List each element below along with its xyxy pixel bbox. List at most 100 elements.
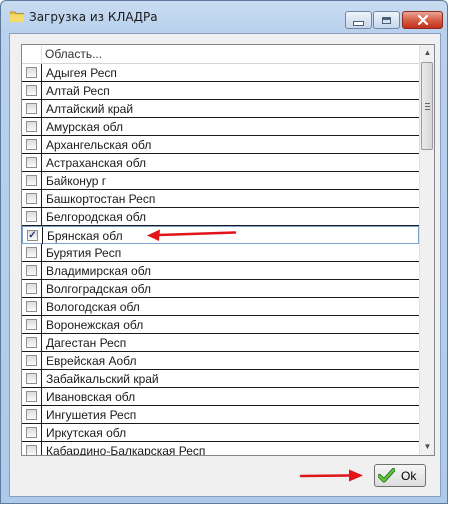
checkbox-cell	[22, 136, 42, 153]
row-label: Алтай Респ	[46, 84, 110, 98]
title-bar[interactable]: Загрузка из КЛАДРа	[1, 1, 447, 33]
row-checkbox[interactable]	[26, 283, 37, 294]
table-row[interactable]: Ингушетия Респ	[22, 406, 419, 424]
ok-button-label: Ok	[401, 468, 417, 483]
table-row[interactable]: Башкортостан Респ	[22, 190, 419, 208]
scroll-up-arrow-icon[interactable]: ▲	[420, 45, 434, 61]
table-row[interactable]: Иркутская обл	[22, 424, 419, 442]
row-label: Волгоградская обл	[46, 282, 151, 296]
row-label: Адыгея Респ	[46, 66, 117, 80]
table-row[interactable]: Волгоградская обл	[22, 280, 419, 298]
table-row[interactable]: Амурская обл	[22, 118, 419, 136]
column-header-region[interactable]: Область...	[45, 47, 102, 61]
folder-icon	[10, 11, 24, 22]
scroll-down-arrow-icon[interactable]: ▼	[420, 439, 434, 455]
table-row[interactable]: Воронежская обл	[22, 316, 419, 334]
row-checkbox[interactable]	[26, 85, 37, 96]
row-label: Воронежская обл	[46, 318, 144, 332]
row-label: Байконур г	[46, 174, 107, 188]
row-checkbox[interactable]	[26, 175, 37, 186]
dialog-client-area: Область... Адыгея Респ Алтай Респ Алтайски…	[9, 33, 441, 497]
row-checkbox[interactable]: ✓	[27, 230, 38, 241]
table-row[interactable]: Владимирская обл	[22, 262, 419, 280]
table-row[interactable]: Алтай Респ	[22, 82, 419, 100]
table-row[interactable]: Адыгея Респ	[22, 64, 419, 82]
table-row[interactable]: Астраханская обл	[22, 154, 419, 172]
checkbox-cell	[22, 244, 42, 261]
maximize-icon	[382, 16, 391, 24]
row-checkbox[interactable]	[26, 427, 37, 438]
row-checkbox[interactable]	[26, 265, 37, 276]
table-row[interactable]: Архангельская обл	[22, 136, 419, 154]
checkbox-cell	[22, 334, 42, 351]
checkbox-cell	[22, 298, 42, 315]
row-checkbox[interactable]	[26, 67, 37, 78]
checkbox-cell	[22, 262, 42, 279]
header-check-column[interactable]	[22, 45, 42, 63]
checkbox-cell	[22, 82, 42, 99]
maximize-button[interactable]	[373, 11, 400, 29]
ok-button[interactable]: Ok	[374, 464, 426, 487]
row-checkbox[interactable]	[26, 319, 37, 330]
row-label: Забайкальский край	[46, 372, 159, 386]
scrollbar-thumb[interactable]	[421, 62, 433, 150]
grip-icon	[425, 103, 430, 110]
table-row[interactable]: Дагестан Респ	[22, 334, 419, 352]
row-checkbox[interactable]	[26, 391, 37, 402]
row-label: Архангельская обл	[46, 138, 152, 152]
row-checkbox[interactable]	[26, 301, 37, 312]
row-checkbox[interactable]	[26, 355, 37, 366]
row-label: Амурская обл	[46, 120, 123, 134]
row-checkbox[interactable]	[26, 409, 37, 420]
row-checkbox[interactable]	[26, 121, 37, 132]
checkbox-cell	[22, 172, 42, 189]
checkbox-cell	[22, 280, 42, 297]
close-button[interactable]	[402, 11, 443, 29]
table-row[interactable]: Еврейская Аобл	[22, 352, 419, 370]
checkmark-icon	[378, 468, 395, 483]
checkbox-cell	[22, 406, 42, 423]
region-grid[interactable]: Область... Адыгея Респ Алтай Респ Алтайски…	[21, 44, 435, 456]
row-checkbox[interactable]	[26, 337, 37, 348]
checkbox-cell	[22, 388, 42, 405]
grid-rows: Адыгея Респ Алтай Респ Алтайский край Амурс…	[22, 64, 419, 456]
row-label: Белгородская обл	[46, 210, 147, 224]
table-row[interactable]: Бурятия Респ	[22, 244, 419, 262]
table-row[interactable]: ✓ Брянская обл	[22, 226, 419, 244]
table-row[interactable]: Алтайский край	[22, 100, 419, 118]
row-label: Бурятия Респ	[46, 246, 122, 260]
checkbox-cell	[22, 100, 42, 117]
row-checkbox[interactable]	[26, 139, 37, 150]
row-label: Дагестан Респ	[46, 336, 127, 350]
checkbox-cell	[22, 118, 42, 135]
table-row[interactable]: Ивановская обл	[22, 388, 419, 406]
minimize-icon	[353, 20, 364, 26]
row-checkbox[interactable]	[26, 157, 37, 168]
table-row[interactable]: Белгородская обл	[22, 208, 419, 226]
grid-header: Область...	[22, 45, 419, 64]
row-label: Владимирская обл	[46, 264, 152, 278]
table-row[interactable]: Вологодская обл	[22, 298, 419, 316]
row-label: Брянская обл	[47, 229, 123, 243]
row-checkbox[interactable]	[26, 445, 37, 455]
row-checkbox[interactable]	[26, 103, 37, 114]
table-row[interactable]: Байконур г	[22, 172, 419, 190]
row-checkbox[interactable]	[26, 193, 37, 204]
table-row[interactable]: Забайкальский край	[22, 370, 419, 388]
checkbox-cell	[22, 190, 42, 207]
table-row[interactable]: Кабардино-Балкарская Респ	[22, 442, 419, 456]
minimize-button[interactable]	[345, 11, 372, 29]
checkbox-cell: ✓	[23, 227, 43, 244]
row-label: Вологодская обл	[46, 300, 140, 314]
checkbox-cell	[22, 370, 42, 387]
checkbox-cell	[22, 442, 42, 455]
row-label: Башкортостан Респ	[46, 192, 156, 206]
row-label: Астраханская обл	[46, 156, 147, 170]
vertical-scrollbar[interactable]: ▲ ▼	[419, 45, 434, 455]
row-checkbox[interactable]	[26, 247, 37, 258]
checkbox-cell	[22, 64, 42, 81]
row-label: Кабардино-Балкарская Респ	[46, 444, 206, 456]
row-checkbox[interactable]	[26, 211, 37, 222]
close-icon	[417, 15, 428, 25]
row-checkbox[interactable]	[26, 373, 37, 384]
